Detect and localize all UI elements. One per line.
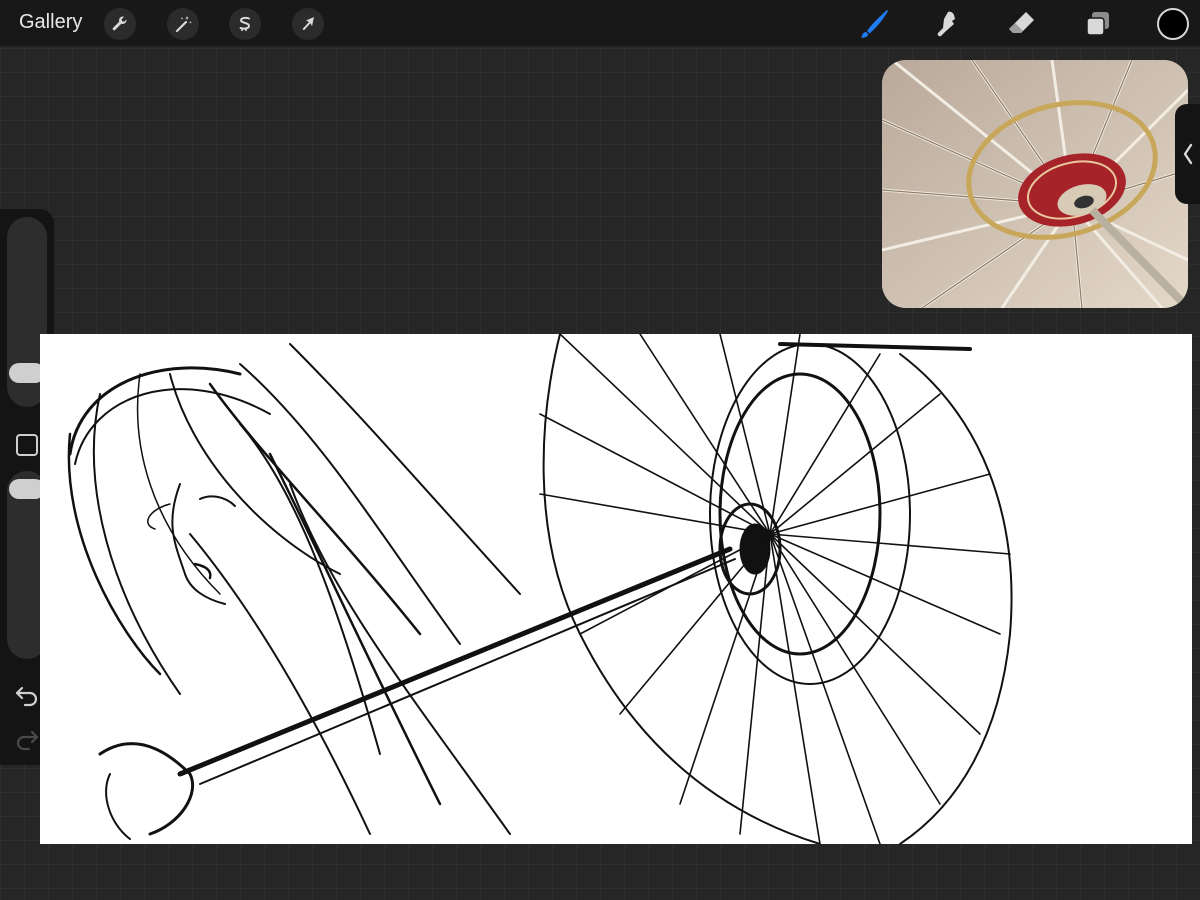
eraser-button[interactable] <box>1004 6 1040 42</box>
gallery-button[interactable]: Gallery <box>19 11 82 34</box>
layers-icon <box>1086 12 1109 36</box>
selection-button[interactable] <box>229 8 261 40</box>
smudge-icon <box>937 11 955 37</box>
reference-collapse-handle[interactable] <box>1175 104 1200 204</box>
reference-image-window[interactable] <box>882 60 1188 308</box>
drawing-canvas[interactable] <box>40 333 1192 845</box>
color-picker-button[interactable] <box>1157 8 1189 40</box>
sketch-artwork <box>67 333 1013 845</box>
undo-button[interactable] <box>14 682 40 708</box>
eraser-icon <box>1009 12 1034 33</box>
transform-button[interactable] <box>292 8 324 40</box>
adjustments-button[interactable] <box>167 8 199 40</box>
redo-icon <box>16 730 39 751</box>
smudge-button[interactable] <box>928 6 964 42</box>
umbrella-reference-image <box>882 60 1188 308</box>
undo-icon <box>15 686 38 707</box>
redo-button[interactable] <box>14 726 40 752</box>
transform-arrow-icon <box>302 17 314 31</box>
brush-button[interactable] <box>856 6 892 42</box>
wrench-icon <box>112 16 127 31</box>
magic-wand-icon <box>175 16 192 33</box>
actions-button[interactable] <box>104 8 136 40</box>
modify-button[interactable] <box>16 434 38 456</box>
brush-icon <box>861 10 888 38</box>
top-toolbar: Gallery <box>0 0 1200 46</box>
selection-s-icon <box>239 16 251 31</box>
chevron-left-icon <box>1183 143 1192 165</box>
layers-button[interactable] <box>1080 6 1116 42</box>
